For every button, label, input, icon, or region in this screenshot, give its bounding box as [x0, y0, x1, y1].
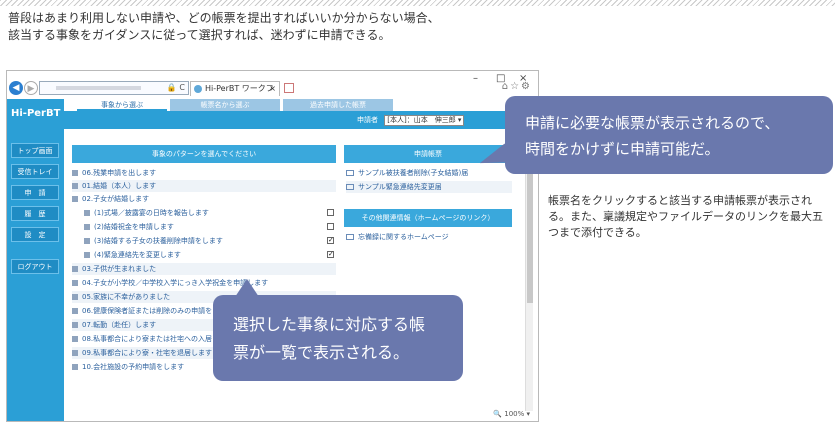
- intro-text: 普段はあまり利用しない申請や、どの帳票を提出すればいいか分からない場合、 該当す…: [8, 10, 440, 44]
- event-checkbox[interactable]: ✓: [327, 251, 334, 258]
- event-bullet-icon: [72, 280, 78, 286]
- applicant-area: 申請者 [本人]：山本 伸三郎 ▾: [357, 112, 465, 128]
- event-label: 08.私事都合により寮または社宅への入居: [82, 335, 212, 343]
- event-label: (4)緊急連絡先を変更します: [94, 251, 181, 259]
- event-label: 07.転勤（赴任）します: [82, 321, 157, 329]
- callout-bottom-line-1: 選択した事象に対応する帳: [233, 315, 426, 334]
- url-text-blur: [56, 86, 141, 90]
- intro-line-1: 普段はあまり利用しない申請や、どの帳票を提出すればいいか分からない場合、: [8, 11, 440, 25]
- event-label: 02.子女が結婚します: [82, 195, 150, 203]
- new-tab-icon[interactable]: [284, 83, 294, 93]
- sub-event-row[interactable]: (3)結婚する子女の扶養削除申請をします ✓: [84, 235, 336, 247]
- tab-by-event[interactable]: 事象から選ぶ: [77, 99, 167, 111]
- form-link-label: サンプル緊急連絡先変更届: [358, 183, 442, 191]
- form-link[interactable]: サンプル緊急連絡先変更届: [346, 181, 512, 193]
- event-bullet-icon: [72, 183, 78, 189]
- sidebar-item-top[interactable]: トップ画面: [11, 143, 59, 158]
- event-row[interactable]: 01.結婚（本人）します: [72, 180, 336, 192]
- app-brand: Hi-PerBT: [7, 99, 64, 129]
- event-label: 01.結婚（本人）します: [82, 182, 157, 190]
- sidebar-item-apply[interactable]: 申 請: [11, 185, 59, 200]
- event-bullet-icon: [72, 364, 78, 370]
- event-label: 06.健康保険者証または削除のみの申請をします: [82, 307, 234, 315]
- tab-past-forms[interactable]: 過去申請した帳票: [283, 99, 393, 111]
- event-row[interactable]: 03.子供が生まれました: [72, 263, 336, 275]
- scrollbar-thumb[interactable]: [527, 153, 533, 303]
- sub-event-row[interactable]: (1)式場／披露宴の日時を報告します: [84, 207, 336, 219]
- address-bar-row: ◀ ▶ 🔒 C Hi-PerBT ワークフロー × ⌂☆⚙: [7, 77, 538, 107]
- event-bullet-icon: [72, 336, 78, 342]
- links-panel-title: その他関連情報（ホームページのリンク）: [344, 209, 512, 227]
- event-label: (1)式場／披露宴の日時を報告します: [94, 209, 209, 217]
- event-label: 06.残業申請を出します: [82, 169, 157, 177]
- sidebar: トップ画面 受信トレイ 申 請 履 歴 設 定 ログアウト: [7, 129, 64, 421]
- sidebar-item-logout[interactable]: ログアウト: [11, 259, 59, 274]
- event-checkbox[interactable]: [327, 223, 334, 230]
- event-bullet-icon: [84, 238, 90, 244]
- vertical-scrollbar[interactable]: [525, 143, 533, 411]
- side-note: 帳票名をクリックすると該当する申請帳票が表示される。また、稟議規定やファイルデー…: [548, 194, 823, 239]
- event-bullet-icon: [84, 252, 90, 258]
- event-bullet-icon: [72, 308, 78, 314]
- event-checkbox[interactable]: ✓: [327, 237, 334, 244]
- applicant-label: 申請者: [357, 116, 378, 124]
- event-bullet-icon: [72, 196, 78, 202]
- link-icon: [346, 234, 354, 240]
- event-panel-title: 事象のパターンを選んでください: [72, 145, 336, 163]
- tab-favicon-icon: [194, 85, 202, 93]
- browser-toolbar-icons[interactable]: ⌂☆⚙: [502, 81, 532, 92]
- event-bullet-icon: [72, 322, 78, 328]
- tab-by-form-name[interactable]: 帳票名から選ぶ: [170, 99, 280, 111]
- related-link[interactable]: 忘備録に関するホームページ: [346, 231, 512, 243]
- zoom-level[interactable]: 🔍 100% ▾: [493, 410, 530, 418]
- callout-top: 申請に必要な帳票が表示されるので、 時間をかけずに申請可能だ。: [476, 96, 833, 174]
- applicant-select[interactable]: [本人]：山本 伸三郎 ▾: [384, 115, 465, 126]
- event-bullet-icon: [72, 350, 78, 356]
- document-icon: [346, 184, 354, 190]
- event-bullet-icon: [84, 210, 90, 216]
- callout-bottom-pointer: [235, 279, 259, 297]
- header-hatch: [0, 0, 835, 6]
- sub-event-row[interactable]: (4)緊急連絡先を変更します ✓: [84, 249, 336, 261]
- event-bullet-icon: [72, 266, 78, 272]
- event-label: 10.会社施設の予約申請をします: [82, 363, 185, 371]
- event-bullet-icon: [72, 294, 78, 300]
- url-input[interactable]: 🔒 C: [39, 81, 189, 95]
- callout-bottom-line-2: 票が一覧で表示される。: [233, 343, 410, 362]
- event-label: (2)結婚祝金を申請します: [94, 223, 174, 231]
- back-arrow-icon[interactable]: ◀: [9, 81, 23, 95]
- event-label: 03.子供が生まれました: [82, 265, 157, 273]
- event-row[interactable]: 02.子女が結婚します: [72, 193, 336, 205]
- sidebar-item-history[interactable]: 履 歴: [11, 206, 59, 221]
- event-label: (3)結婚する子女の扶養削除申請をします: [94, 237, 223, 245]
- lock-refresh-icon[interactable]: 🔒 C: [167, 82, 185, 94]
- event-label: 05.家族に不幸がありました: [82, 293, 171, 301]
- event-bullet-icon: [72, 170, 78, 176]
- tab-close-icon[interactable]: ×: [269, 82, 276, 96]
- callout-top-line-2: 時間をかけずに申請可能だ。: [525, 140, 720, 158]
- forward-arrow-icon[interactable]: ▶: [24, 81, 38, 95]
- document-icon: [346, 170, 354, 176]
- app-subheader-bar: [64, 111, 538, 129]
- event-row[interactable]: 06.残業申請を出します: [72, 167, 336, 179]
- sidebar-item-inbox[interactable]: 受信トレイ: [11, 164, 59, 179]
- event-label: 09.私事都合により寮・社宅を退居します: [82, 349, 212, 357]
- browser-tab[interactable]: Hi-PerBT ワークフロー ×: [190, 81, 280, 107]
- event-checkbox[interactable]: [327, 209, 334, 216]
- event-row[interactable]: 04.子女が小学校／中学校入学にっき入学祝金を申請します: [72, 277, 336, 289]
- event-bullet-icon: [84, 224, 90, 230]
- related-link-label: 忘備録に関するホームページ: [358, 233, 449, 241]
- intro-line-2: 該当する事象をガイダンスに従って選択すれば、迷わずに申請できる。: [8, 28, 391, 42]
- callout-bottom: 選択した事象に対応する帳 票が一覧で表示される。: [213, 279, 463, 381]
- callout-top-line-1: 申請に必要な帳票が表示されるので、: [525, 114, 780, 132]
- form-link-label: サンプル被扶養者削除(子女結婚)届: [358, 169, 469, 177]
- sidebar-item-settings[interactable]: 設 定: [11, 227, 59, 242]
- sub-event-row[interactable]: (2)結婚祝金を申請します: [84, 221, 336, 233]
